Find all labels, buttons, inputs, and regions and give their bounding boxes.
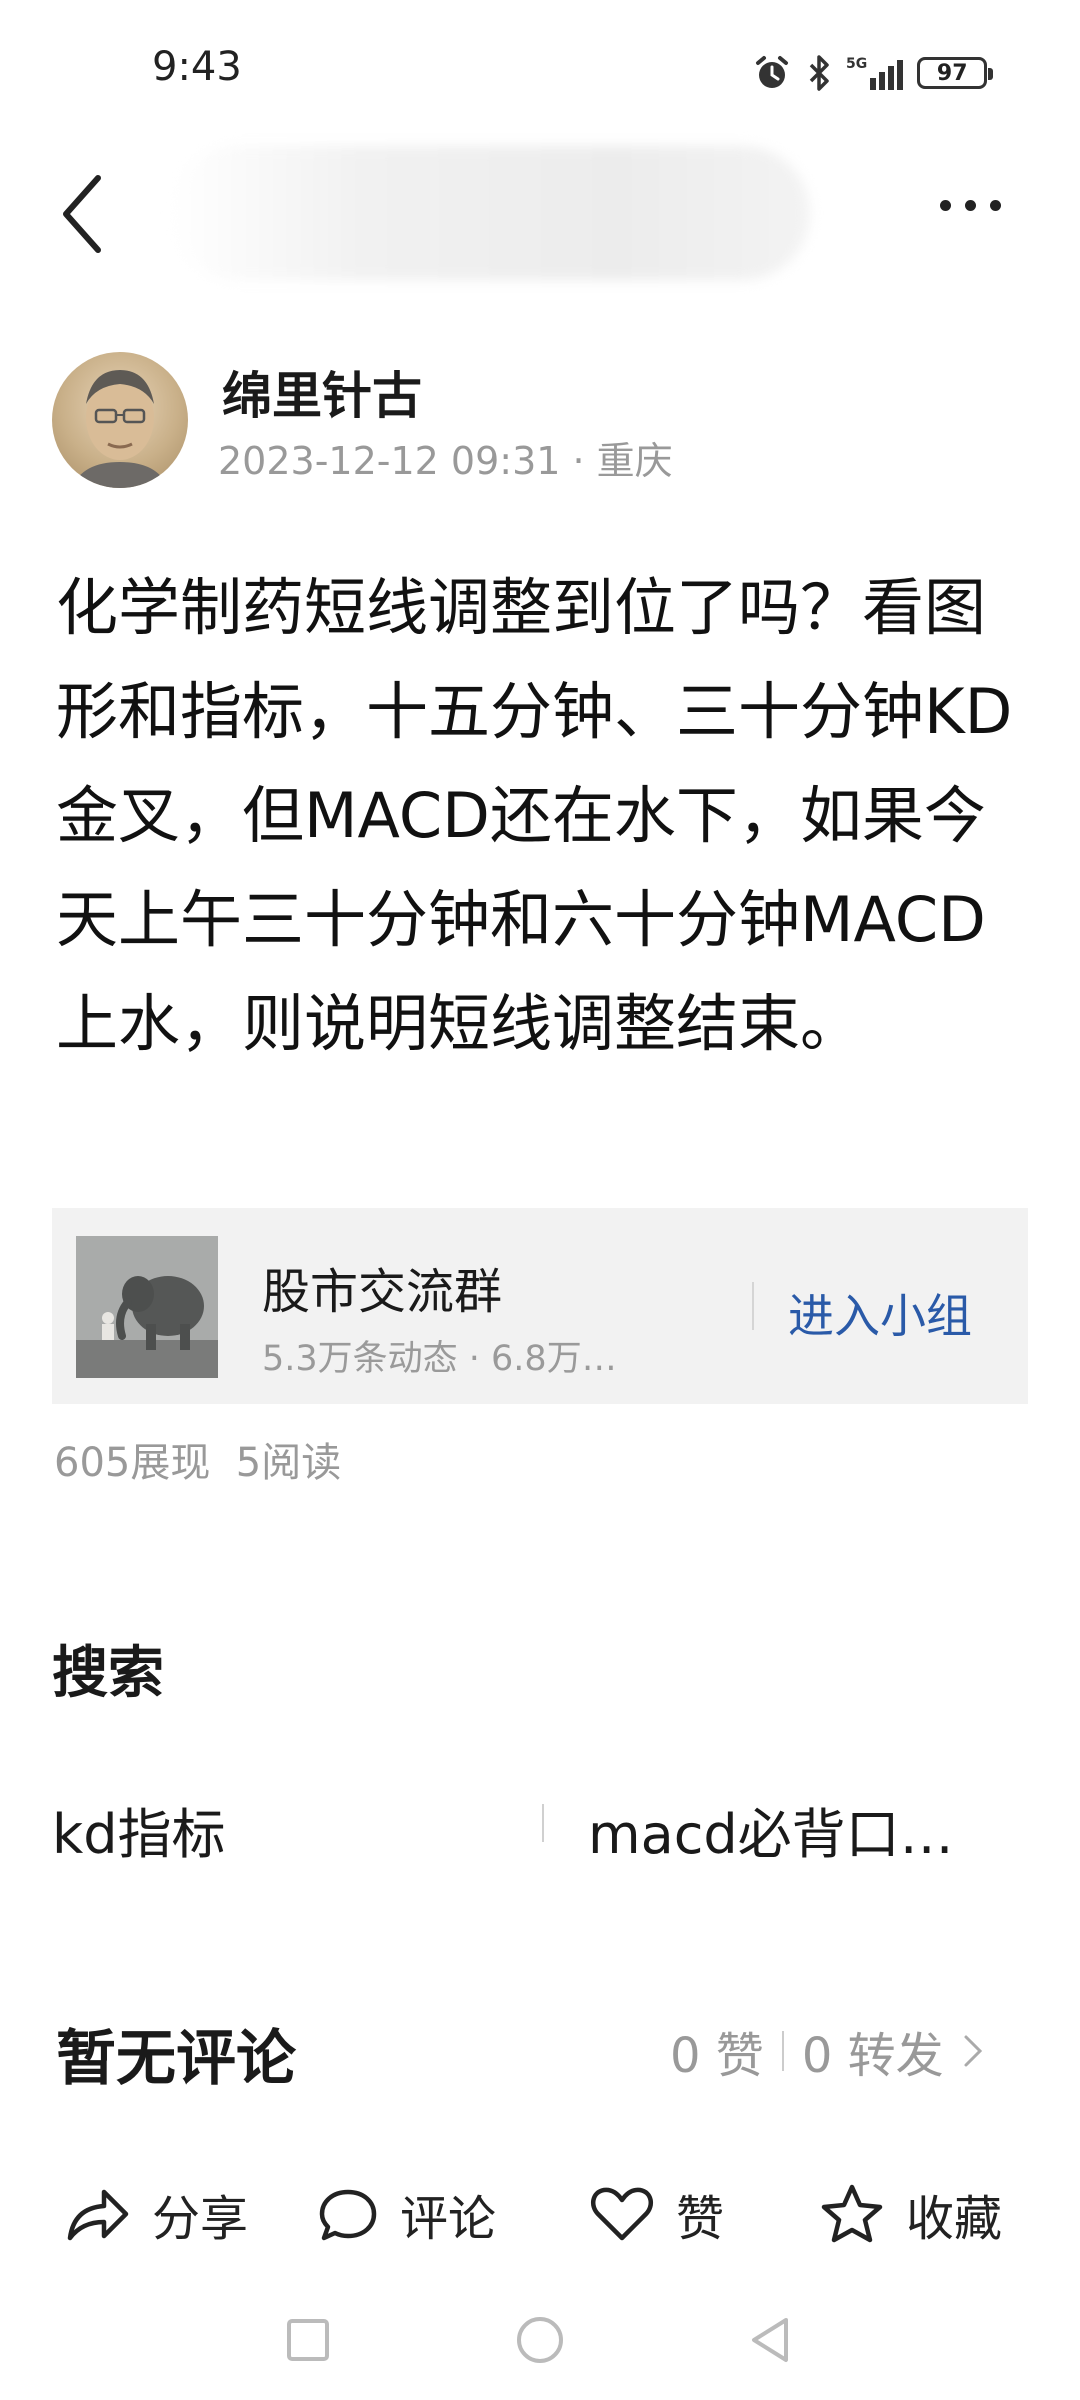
like-label: 赞 — [676, 2191, 725, 2247]
action-bar: 分享 评论 赞 收藏 — [0, 2164, 1080, 2264]
favorite-label: 收藏 — [906, 2191, 1003, 2247]
like-button[interactable]: 赞 — [590, 2164, 724, 2264]
alarm-icon — [756, 56, 788, 88]
elephant-image-icon — [76, 1236, 218, 1378]
comment-icon — [319, 2189, 377, 2241]
view-stats: 605展现 5阅读 — [54, 1440, 342, 1486]
search-suggestion[interactable]: macd必背口… — [588, 1790, 954, 1869]
search-divider — [542, 1804, 544, 1842]
join-group-button[interactable]: 进入小组 — [788, 1280, 972, 1346]
group-card[interactable]: 股市交流群 5.3万条动态 · 6.8万… 进入小组 — [52, 1208, 1028, 1404]
system-nav-bar — [0, 2300, 1080, 2380]
share-label: 分享 — [152, 2191, 249, 2247]
back-icon[interactable] — [58, 172, 106, 256]
network-label: 5G — [846, 56, 868, 72]
no-comments-title: 暂无评论 — [56, 2024, 296, 2094]
group-thumbnail — [76, 1236, 218, 1378]
status-icons: 5G 97 — [752, 50, 994, 96]
nav-back-icon[interactable] — [744, 2314, 796, 2366]
heart-icon — [590, 2187, 654, 2241]
comment-button[interactable]: 评论 — [318, 2164, 496, 2264]
post-body: 化学制药短线调整到位了吗？看图形和指标，十五分钟、三十分钟KD金叉，但MACD还… — [56, 571, 1013, 1060]
post-meta: 2023-12-12 09:31 · 重庆 — [218, 439, 673, 483]
battery-level: 97 — [936, 60, 968, 86]
share-icon — [67, 2189, 129, 2241]
like-count[interactable]: 0 赞 — [670, 2016, 764, 2086]
battery-icon: 97 — [917, 57, 994, 89]
star-icon — [821, 2184, 883, 2243]
author-name[interactable]: 绵里针古 — [222, 356, 422, 428]
counts-divider — [781, 2031, 784, 2071]
share-button[interactable]: 分享 — [64, 2164, 248, 2264]
group-divider — [752, 1282, 754, 1330]
signal-icon: 5G — [846, 56, 904, 90]
more-icon[interactable] — [940, 200, 1001, 211]
comment-label: 评论 — [400, 2191, 497, 2247]
title-search-bar[interactable] — [170, 146, 810, 280]
avatar[interactable] — [52, 352, 188, 488]
search-section-title: 搜索 — [52, 1641, 164, 1706]
avatar-portrait-icon — [72, 370, 168, 488]
recent-apps-icon[interactable] — [284, 2316, 332, 2364]
bluetooth-icon — [809, 55, 829, 91]
engagement-counts[interactable]: 0 赞 0 转发 — [670, 2016, 984, 2086]
group-name: 股市交流群 — [262, 1264, 503, 1320]
home-icon[interactable] — [514, 2314, 566, 2366]
favorite-button[interactable]: 收藏 — [820, 2164, 1002, 2264]
chevron-right-icon[interactable] — [962, 2031, 984, 2071]
status-time: 9:43 — [152, 44, 242, 90]
group-subtitle: 5.3万条动态 · 6.8万… — [262, 1339, 617, 1379]
search-suggestion[interactable]: kd指标 — [52, 1790, 226, 1869]
repost-count[interactable]: 0 转发 — [802, 2016, 944, 2086]
